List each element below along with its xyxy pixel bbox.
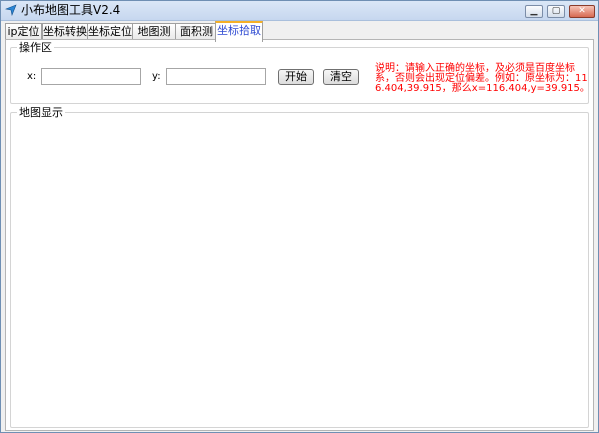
tab-area-measure[interactable]: 面积测量 bbox=[175, 23, 218, 53]
close-button[interactable]: ✕ bbox=[569, 5, 595, 18]
map-display[interactable] bbox=[12, 116, 589, 425]
start-button[interactable]: 开始 bbox=[278, 69, 314, 85]
instruction-note: 说明：请输入正确的坐标，及必须是百度坐标系，否则会出现定位偏差。例如：原坐标为：… bbox=[375, 63, 590, 94]
tab-coordinate-pick[interactable]: 坐标拾取 bbox=[215, 21, 263, 42]
window-title: 小布地图工具V2.4 bbox=[21, 3, 121, 17]
x-label: x: bbox=[27, 71, 37, 82]
tab-coordinate-convert[interactable]: 坐标转换 bbox=[42, 23, 88, 40]
tab-coordinate-locate[interactable]: 坐标定位 bbox=[87, 23, 133, 40]
maximize-button[interactable]: ▢ bbox=[547, 5, 565, 18]
tab-map-distance[interactable]: 地图测距 bbox=[132, 23, 176, 53]
y-label: y: bbox=[152, 71, 161, 82]
operation-legend: 操作区 bbox=[17, 41, 54, 54]
tab-panel-coordinate-pick: 操作区 x: y: 开始 清空 说明：请输入正确的坐标，及必须是百度坐标系，否则… bbox=[5, 39, 594, 431]
app-window: 小布地图工具V2.4 ▁ ▢ ✕ ip定位 坐标转换 坐标定位 地图测距 面积测… bbox=[0, 0, 599, 433]
x-input[interactable] bbox=[41, 68, 141, 85]
navigation-arrow-icon bbox=[5, 4, 17, 16]
title-bar[interactable]: 小布地图工具V2.4 ▁ ▢ ✕ bbox=[1, 1, 598, 21]
clear-button[interactable]: 清空 bbox=[323, 69, 359, 85]
operation-group: 操作区 x: y: 开始 清空 说明：请输入正确的坐标，及必须是百度坐标系，否则… bbox=[10, 41, 590, 104]
tab-ip-location[interactable]: ip定位 bbox=[5, 23, 42, 40]
minimize-button[interactable]: ▁ bbox=[525, 5, 543, 18]
y-input[interactable] bbox=[166, 68, 266, 85]
